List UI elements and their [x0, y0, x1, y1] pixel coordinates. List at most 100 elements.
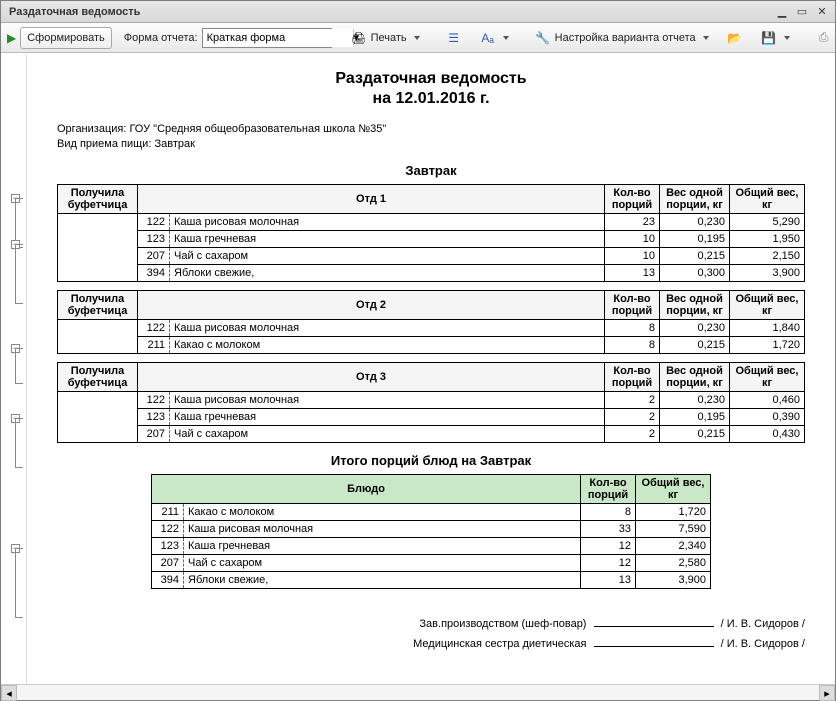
col-qty: Кол-во порций: [605, 290, 660, 319]
outline-bracket: [15, 418, 23, 468]
form-button[interactable]: Сформировать: [20, 27, 112, 49]
doc-meta: Организация: ГОУ "Средняя общеобразовате…: [57, 122, 805, 153]
col-w1: Вес одной порции, кг: [660, 184, 730, 213]
window-title: Раздаточная ведомость: [5, 6, 771, 18]
cell-w1: 0,195: [660, 408, 730, 425]
col-w2: Общий вес, кг: [730, 290, 805, 319]
cell-qty: 2: [605, 391, 660, 408]
cell-code: 207: [138, 425, 170, 442]
cell-w2: 2,150: [730, 247, 805, 264]
table-row: 122 Каша рисовая молочная 8 0,230 1,840: [58, 319, 805, 336]
cell-code: 122: [152, 520, 184, 537]
report-page: Раздаточная ведомость на 12.01.2016 г. О…: [27, 54, 835, 684]
cell-qty: 23: [605, 213, 660, 230]
nurse-name: / И. В. Сидоров /: [721, 638, 805, 650]
cell-w2: 1,720: [730, 336, 805, 353]
org-value: ГОУ "Средняя общеобразовательная школа №…: [129, 123, 386, 135]
table-row: 122 Каша рисовая молочная 23 0,230 5,290: [58, 213, 805, 230]
table-row: 394 Яблоки свежие, 13 3,900: [152, 571, 711, 588]
totals-table: Блюдо Кол-во порций Общий вес, кг 211 Ка…: [151, 474, 711, 589]
table-row: 123 Каша гречневая 10 0,195 1,950: [58, 230, 805, 247]
cell-name: Яблоки свежие,: [184, 571, 581, 588]
cell-name: Какао с молоком: [170, 336, 605, 353]
dept-table: Получила буфетчица Отд 2 Кол-во порций В…: [57, 290, 805, 354]
play-icon: ▶: [7, 30, 16, 46]
table-header-row: Получила буфетчица Отд 1 Кол-во порций В…: [58, 184, 805, 213]
title-bar: Раздаточная ведомость ▁ ▭ ✕: [1, 1, 835, 23]
cell-buf: [58, 319, 138, 353]
horizontal-scrollbar[interactable]: ◂ ▸: [1, 684, 835, 700]
table-row: 394 Яблоки свежие, 13 0,300 3,900: [58, 264, 805, 281]
cell-w2: 1,720: [636, 503, 711, 520]
cell-qty: 8: [605, 336, 660, 353]
table-header-row: Получила буфетчица Отд 3 Кол-во порций В…: [58, 362, 805, 391]
cell-w2: 5,290: [730, 213, 805, 230]
table-row: 123 Каша гречневая 12 2,340: [152, 537, 711, 554]
print-button[interactable]: 🖨 Печать: [344, 27, 427, 49]
cell-code: 122: [138, 319, 170, 336]
cell-code: 211: [138, 336, 170, 353]
cell-w1: 0,195: [660, 230, 730, 247]
scroll-track[interactable]: [17, 685, 819, 700]
cell-name: Каша рисовая молочная: [184, 520, 581, 537]
cell-name: Каша гречневая: [184, 537, 581, 554]
cell-name: Каша гречневая: [170, 230, 605, 247]
table-row: 123 Каша гречневая 2 0,195 0,390: [58, 408, 805, 425]
toolbar: ▶ Сформировать Форма отчета: ▾ 🖨 Печать …: [1, 23, 835, 53]
col-qty: Кол-во порций: [605, 362, 660, 391]
col-w1: Вес одной порции, кг: [660, 290, 730, 319]
tool1-button[interactable]: ⎙: [809, 27, 836, 49]
cell-w1: 0,215: [660, 247, 730, 264]
scroll-right-button[interactable]: ▸: [819, 685, 835, 701]
cell-code: 394: [138, 264, 170, 281]
meal-label: Вид приема пищи:: [57, 138, 151, 150]
col-w2: Общий вес, кг: [730, 362, 805, 391]
cell-name: Чай с сахаром: [170, 247, 605, 264]
cell-w2: 2,340: [636, 537, 711, 554]
print-label: Печать: [371, 32, 407, 44]
chef-name: / И. В. Сидоров /: [721, 618, 805, 630]
cell-qty: 13: [581, 571, 636, 588]
cell-name: Яблоки свежие,: [170, 264, 605, 281]
outline-bracket: [15, 548, 23, 618]
cell-qty: 33: [581, 520, 636, 537]
table-row: 207 Чай с сахаром 12 2,580: [152, 554, 711, 571]
outline-bracket: [15, 244, 23, 304]
cell-w1: 0,215: [660, 425, 730, 442]
maximize-button[interactable]: ▭: [793, 4, 811, 20]
cell-code: 122: [138, 213, 170, 230]
form-label: Форма отчета:: [124, 32, 198, 44]
close-button[interactable]: ✕: [813, 4, 831, 20]
font-button[interactable]: Aₐ: [473, 27, 516, 49]
outline-gutter: − − − − −: [1, 54, 27, 684]
cell-name: Каша рисовая молочная: [170, 391, 605, 408]
cell-w1: 0,230: [660, 391, 730, 408]
cell-name: Каша рисовая молочная: [170, 319, 605, 336]
report-form-combo[interactable]: ▾: [202, 28, 332, 48]
cell-qty: 10: [605, 247, 660, 264]
save-button[interactable]: 💾: [754, 27, 797, 49]
table-row: 207 Чай с сахаром 10 0,215 2,150: [58, 247, 805, 264]
col-buf: Получила буфетчица: [58, 362, 138, 391]
dropdown-icon: [411, 32, 420, 44]
table-row: 122 Каша рисовая молочная 2 0,230 0,460: [58, 391, 805, 408]
open-button[interactable]: 📂: [720, 27, 750, 49]
cell-w2: 3,900: [730, 264, 805, 281]
totals-title: Итого порций блюд на Завтрак: [57, 453, 805, 468]
table-row: 207 Чай с сахаром 2 0,215 0,430: [58, 425, 805, 442]
minimize-button[interactable]: ▁: [773, 4, 791, 20]
col-buf: Получила буфетчица: [58, 290, 138, 319]
dropdown-icon: [781, 32, 790, 44]
meal-value: Завтрак: [154, 138, 194, 150]
columns-button[interactable]: ☰: [439, 27, 469, 49]
table-row: 211 Какао с молоком 8 1,720: [152, 503, 711, 520]
nurse-label: Медицинская сестра диетическая: [413, 638, 586, 650]
report-settings-button[interactable]: 🔧 Настройка варианта отчета: [528, 27, 716, 49]
col-dish: Блюдо: [152, 474, 581, 503]
report-form-input[interactable]: [203, 29, 353, 47]
cell-code: 123: [152, 537, 184, 554]
scroll-left-button[interactable]: ◂: [1, 685, 17, 701]
cell-qty: 8: [605, 319, 660, 336]
cell-qty: 10: [605, 230, 660, 247]
table-header-row: Блюдо Кол-во порций Общий вес, кг: [152, 474, 711, 503]
